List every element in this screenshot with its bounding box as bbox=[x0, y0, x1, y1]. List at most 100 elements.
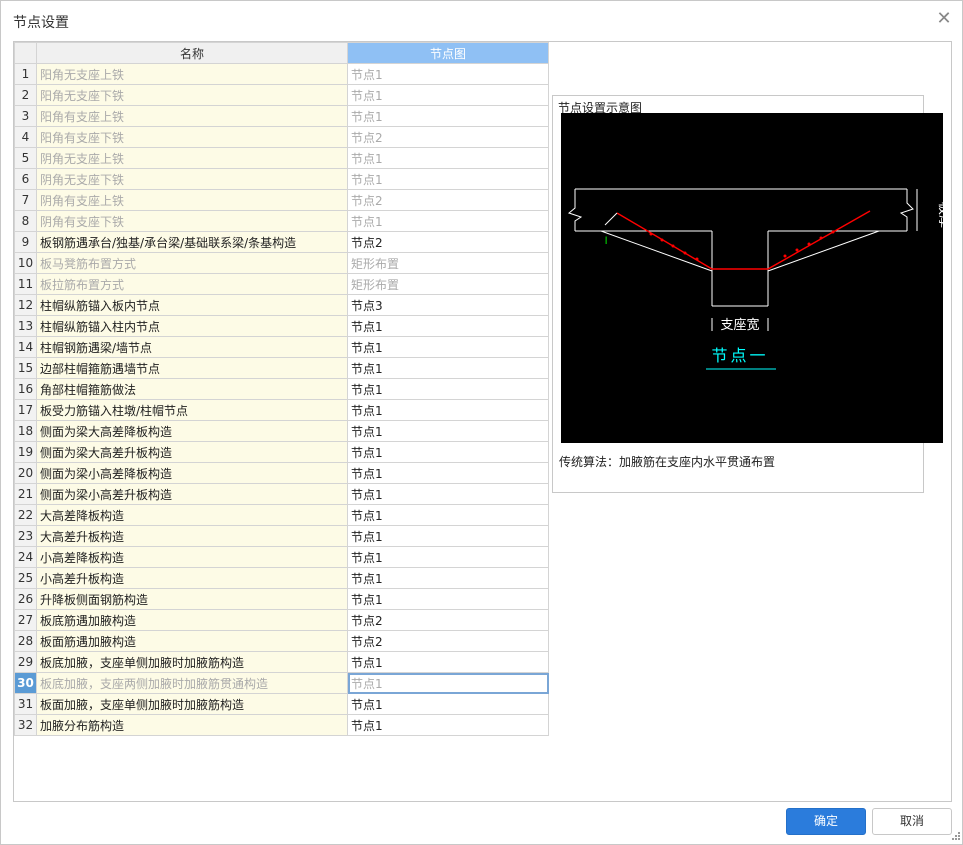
row-value-cell[interactable]: 节点2 bbox=[347, 231, 549, 253]
row-name-cell[interactable]: 阴角有支座上铁 bbox=[36, 189, 348, 211]
row-name-cell[interactable]: 板受力筋锚入柱墩/柱帽节点 bbox=[36, 399, 348, 421]
table-row[interactable]: 11 板拉筋布置方式 矩形布置 bbox=[14, 273, 549, 295]
row-number[interactable]: 26 bbox=[14, 588, 37, 610]
row-number[interactable]: 3 bbox=[14, 105, 37, 127]
row-number[interactable]: 27 bbox=[14, 609, 37, 631]
row-value-cell[interactable]: 节点1 bbox=[347, 714, 549, 736]
table-row[interactable]: 10 板马凳筋布置方式 矩形布置 bbox=[14, 252, 549, 274]
table-row[interactable]: 9 板钢筋遇承台/独基/承台梁/基础联系梁/条基构造 节点2 bbox=[14, 231, 549, 253]
table-row[interactable]: 7 阴角有支座上铁 节点2 bbox=[14, 189, 549, 211]
row-value-cell[interactable]: 节点1 bbox=[347, 672, 549, 694]
row-number[interactable]: 11 bbox=[14, 273, 37, 295]
row-name-cell[interactable]: 阴角无支座上铁 bbox=[36, 147, 348, 169]
row-number[interactable]: 12 bbox=[14, 294, 37, 316]
row-value-cell[interactable]: 节点1 bbox=[347, 567, 549, 589]
row-value-cell[interactable]: 节点1 bbox=[347, 168, 549, 190]
row-value-cell[interactable]: 矩形布置 bbox=[347, 252, 549, 274]
table-row[interactable]: 30 板底加腋，支座两侧加腋时加腋筋贯通构造 节点1 bbox=[14, 672, 549, 694]
table-row[interactable]: 1 阳角无支座上铁 节点1 bbox=[14, 63, 549, 85]
row-name-cell[interactable]: 侧面为梁大高差升板构造 bbox=[36, 441, 348, 463]
row-name-cell[interactable]: 大高差升板构造 bbox=[36, 525, 348, 547]
row-value-cell[interactable]: 节点1 bbox=[347, 336, 549, 358]
table-row[interactable]: 25 小高差升板构造 节点1 bbox=[14, 567, 549, 589]
row-value-cell[interactable]: 节点1 bbox=[347, 462, 549, 484]
row-value-cell[interactable]: 节点1 bbox=[347, 84, 549, 106]
row-value-cell[interactable]: 矩形布置 bbox=[347, 273, 549, 295]
table-row[interactable]: 23 大高差升板构造 节点1 bbox=[14, 525, 549, 547]
row-number[interactable]: 5 bbox=[14, 147, 37, 169]
row-name-cell[interactable]: 板马凳筋布置方式 bbox=[36, 252, 348, 274]
row-number[interactable]: 32 bbox=[14, 714, 37, 736]
row-name-cell[interactable]: 小高差降板构造 bbox=[36, 546, 348, 568]
row-value-cell[interactable]: 节点1 bbox=[347, 483, 549, 505]
row-name-cell[interactable]: 角部柱帽箍筋做法 bbox=[36, 378, 348, 400]
column-header-node-diagram[interactable]: 节点图 bbox=[347, 42, 549, 64]
row-value-cell[interactable]: 节点1 bbox=[347, 420, 549, 442]
table-row[interactable]: 21 侧面为梁小高差升板构造 节点1 bbox=[14, 483, 549, 505]
row-value-cell[interactable]: 节点1 bbox=[347, 441, 549, 463]
row-name-cell[interactable]: 板拉筋布置方式 bbox=[36, 273, 348, 295]
row-name-cell[interactable]: 阳角有支座上铁 bbox=[36, 105, 348, 127]
row-value-cell[interactable]: 节点1 bbox=[347, 210, 549, 232]
table-row[interactable]: 15 边部柱帽箍筋遇墙节点 节点1 bbox=[14, 357, 549, 379]
row-value-cell[interactable]: 节点1 bbox=[347, 588, 549, 610]
row-value-cell[interactable]: 节点1 bbox=[347, 399, 549, 421]
row-name-cell[interactable]: 柱帽纵筋锚入板内节点 bbox=[36, 294, 348, 316]
row-number[interactable]: 31 bbox=[14, 693, 37, 715]
table-row[interactable]: 14 柱帽钢筋遇梁/墙节点 节点1 bbox=[14, 336, 549, 358]
row-name-cell[interactable]: 侧面为梁小高差降板构造 bbox=[36, 462, 348, 484]
table-row[interactable]: 19 侧面为梁大高差升板构造 节点1 bbox=[14, 441, 549, 463]
row-name-cell[interactable]: 加腋分布筋构造 bbox=[36, 714, 348, 736]
row-number[interactable]: 6 bbox=[14, 168, 37, 190]
row-name-cell[interactable]: 升降板侧面钢筋构造 bbox=[36, 588, 348, 610]
row-name-cell[interactable]: 大高差降板构造 bbox=[36, 504, 348, 526]
row-value-cell[interactable]: 节点1 bbox=[347, 63, 549, 85]
row-name-cell[interactable]: 板底筋遇加腋构造 bbox=[36, 609, 348, 631]
row-number[interactable]: 24 bbox=[14, 546, 37, 568]
row-value-cell[interactable]: 节点1 bbox=[347, 378, 549, 400]
table-row[interactable]: 18 侧面为梁大高差降板构造 节点1 bbox=[14, 420, 549, 442]
table-row[interactable]: 17 板受力筋锚入柱墩/柱帽节点 节点1 bbox=[14, 399, 549, 421]
row-value-cell[interactable]: 节点1 bbox=[347, 504, 549, 526]
row-number[interactable]: 19 bbox=[14, 441, 37, 463]
row-number[interactable]: 13 bbox=[14, 315, 37, 337]
table-row[interactable]: 22 大高差降板构造 节点1 bbox=[14, 504, 549, 526]
table-row[interactable]: 2 阳角无支座下铁 节点1 bbox=[14, 84, 549, 106]
table-row[interactable]: 27 板底筋遇加腋构造 节点2 bbox=[14, 609, 549, 631]
row-name-cell[interactable]: 板面加腋，支座单侧加腋时加腋筋构造 bbox=[36, 693, 348, 715]
row-name-cell[interactable]: 阳角有支座下铁 bbox=[36, 126, 348, 148]
table-row[interactable]: 6 阴角无支座下铁 节点1 bbox=[14, 168, 549, 190]
table-row[interactable]: 13 柱帽纵筋锚入柱内节点 节点1 bbox=[14, 315, 549, 337]
table-row[interactable]: 24 小高差降板构造 节点1 bbox=[14, 546, 549, 568]
table-row[interactable]: 3 阳角有支座上铁 节点1 bbox=[14, 105, 549, 127]
row-name-cell[interactable]: 侧面为梁大高差降板构造 bbox=[36, 420, 348, 442]
row-number[interactable]: 15 bbox=[14, 357, 37, 379]
row-number[interactable]: 28 bbox=[14, 630, 37, 652]
row-name-cell[interactable]: 阴角有支座下铁 bbox=[36, 210, 348, 232]
row-value-cell[interactable]: 节点1 bbox=[347, 546, 549, 568]
table-row[interactable]: 8 阴角有支座下铁 节点1 bbox=[14, 210, 549, 232]
row-number[interactable]: 25 bbox=[14, 567, 37, 589]
row-number[interactable]: 1 bbox=[14, 63, 37, 85]
close-icon[interactable]: ✕ bbox=[935, 10, 953, 28]
row-value-cell[interactable]: 节点2 bbox=[347, 126, 549, 148]
row-number[interactable]: 7 bbox=[14, 189, 37, 211]
row-number[interactable]: 14 bbox=[14, 336, 37, 358]
table-row[interactable]: 16 角部柱帽箍筋做法 节点1 bbox=[14, 378, 549, 400]
table-row[interactable]: 12 柱帽纵筋锚入板内节点 节点3 bbox=[14, 294, 549, 316]
table-row[interactable]: 32 加腋分布筋构造 节点1 bbox=[14, 714, 549, 736]
row-number[interactable]: 17 bbox=[14, 399, 37, 421]
row-value-cell[interactable]: 节点1 bbox=[347, 315, 549, 337]
row-name-cell[interactable]: 阳角无支座下铁 bbox=[36, 84, 348, 106]
row-value-cell[interactable]: 节点2 bbox=[347, 630, 549, 652]
row-number[interactable]: 10 bbox=[14, 252, 37, 274]
row-value-cell[interactable]: 节点1 bbox=[347, 525, 549, 547]
row-value-cell[interactable]: 节点1 bbox=[347, 357, 549, 379]
row-name-cell[interactable]: 小高差升板构造 bbox=[36, 567, 348, 589]
column-header-name[interactable]: 名称 bbox=[36, 42, 348, 64]
row-number[interactable]: 4 bbox=[14, 126, 37, 148]
row-value-cell[interactable]: 节点2 bbox=[347, 189, 549, 211]
row-name-cell[interactable]: 板底加腋，支座两侧加腋时加腋筋贯通构造 bbox=[36, 672, 348, 694]
table-row[interactable]: 5 阴角无支座上铁 节点1 bbox=[14, 147, 549, 169]
row-name-cell[interactable]: 阳角无支座上铁 bbox=[36, 63, 348, 85]
